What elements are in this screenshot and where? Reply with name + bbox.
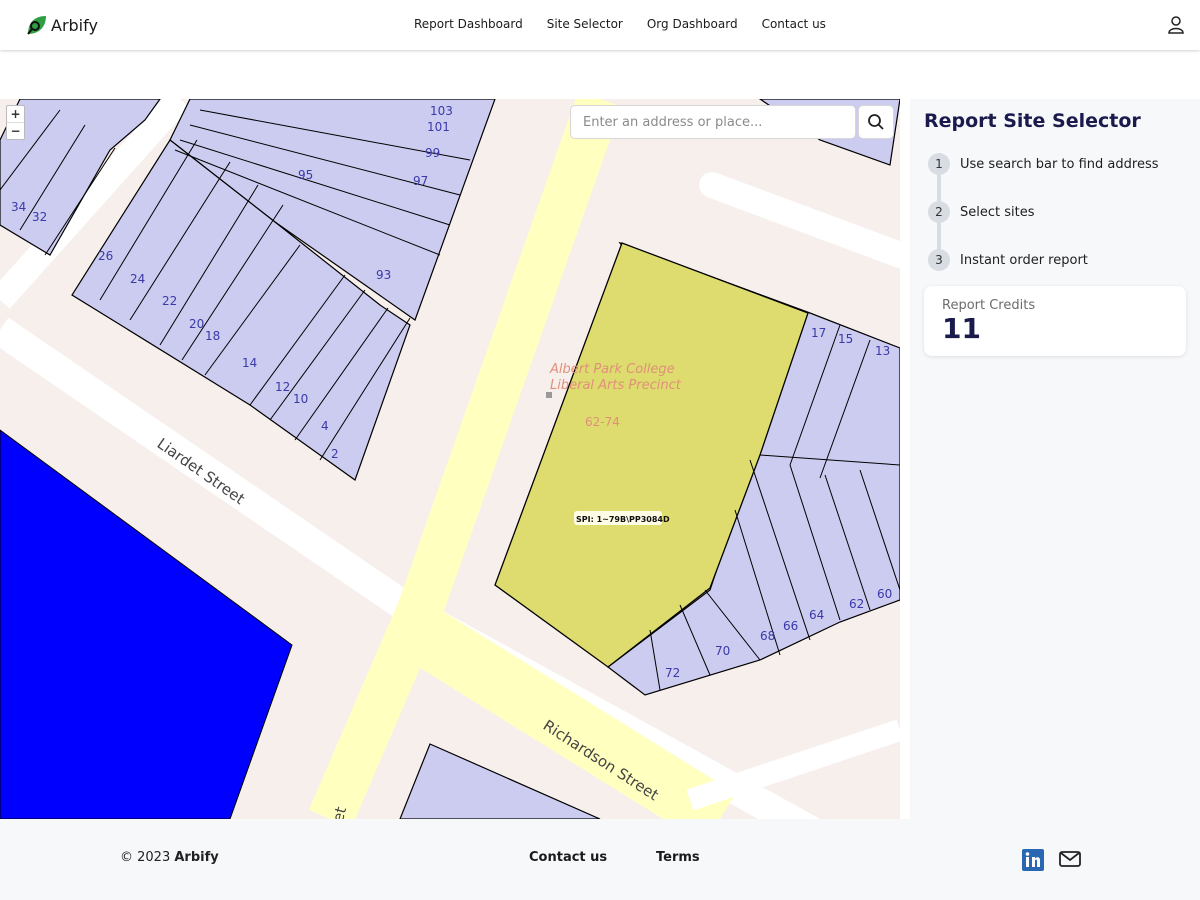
- lot-number: 14: [242, 356, 257, 370]
- nav-report-dashboard[interactable]: Report Dashboard: [414, 17, 523, 31]
- lot-number: 97: [413, 174, 428, 188]
- copyright-text: © 2023: [120, 850, 171, 865]
- lot-number: 72: [665, 666, 680, 680]
- lot-number: 95: [298, 168, 313, 182]
- search-icon: [868, 114, 884, 130]
- credits-value: 11: [942, 312, 981, 345]
- nav-site-selector[interactable]: Site Selector: [547, 17, 623, 31]
- site-name-label: Albert Park College: [549, 362, 675, 377]
- report-credits-card: Report Credits 11: [924, 286, 1186, 356]
- lot-number: 70: [715, 644, 730, 658]
- step-number: 1: [928, 153, 950, 175]
- lot-number: 15: [838, 332, 853, 346]
- copyright: © 2023 Arbify: [120, 850, 219, 865]
- brand-logo[interactable]: Arbify: [25, 14, 98, 36]
- lot-number: 2: [331, 447, 339, 461]
- lot-number: 68: [760, 629, 775, 643]
- lot-number: 32: [32, 210, 47, 224]
- address-search-input[interactable]: [570, 105, 856, 139]
- step-3: 3 Instant order report: [928, 249, 1088, 271]
- lot-number: 26: [98, 249, 113, 263]
- search-button[interactable]: [858, 105, 894, 139]
- lot-number: 64: [809, 608, 824, 622]
- lot-number: 18: [205, 329, 220, 343]
- footer: © 2023 Arbify Contact us Terms: [0, 819, 1200, 900]
- linkedin-icon[interactable]: [1022, 849, 1048, 871]
- lot-number: 99: [425, 146, 440, 160]
- footer-terms-link[interactable]: Terms: [656, 850, 700, 865]
- leaf-logo-icon: [27, 16, 46, 35]
- zoom-out-button[interactable]: −: [7, 123, 24, 139]
- lot-number: 34: [11, 200, 26, 214]
- credits-label: Report Credits: [942, 298, 1036, 313]
- step-number: 3: [928, 249, 950, 271]
- lot-number: 20: [189, 317, 204, 331]
- footer-contact-link[interactable]: Contact us: [529, 850, 607, 865]
- lot-number: 24: [130, 272, 145, 286]
- site-number-label: 62-74: [585, 415, 620, 429]
- map-view[interactable]: 103 101 99 97 95 93 34 32 26 24 22 20 18…: [0, 99, 900, 819]
- spi-label: SPI: 1~79B\PP3084D: [576, 515, 670, 524]
- map-canvas[interactable]: 103 101 99 97 95 93 34 32 26 24 22 20 18…: [0, 99, 900, 819]
- lot-number: 4: [321, 419, 329, 433]
- lot-number: 60: [877, 587, 892, 601]
- step-text: Select sites: [960, 204, 1035, 220]
- step-text: Instant order report: [960, 252, 1088, 268]
- lot-number: 13: [875, 344, 890, 358]
- step-1: 1 Use search bar to find address: [928, 153, 1159, 175]
- mail-icon[interactable]: [1059, 849, 1081, 869]
- step-2: 2 Select sites: [928, 201, 1035, 223]
- top-navbar: Arbify Report Dashboard Site Selector Or…: [0, 0, 1200, 50]
- lot-number: 12: [275, 380, 290, 394]
- lot-number: 17: [811, 326, 826, 340]
- nav-contact-us[interactable]: Contact us: [762, 17, 826, 31]
- lot-number: 103: [430, 104, 453, 118]
- brand-name: Arbify: [51, 15, 98, 35]
- site-name-label-2: Liberal Arts Precinct: [550, 378, 682, 393]
- zoom-control: + −: [6, 105, 25, 140]
- lot-number: 101: [427, 120, 450, 134]
- zoom-in-button[interactable]: +: [7, 106, 24, 123]
- lot-number: 62: [849, 597, 864, 611]
- lot-number: 66: [783, 619, 798, 633]
- step-text: Use search bar to find address: [960, 156, 1159, 172]
- lot-number: 22: [162, 294, 177, 308]
- user-icon[interactable]: [1166, 15, 1186, 35]
- nav-org-dashboard[interactable]: Org Dashboard: [647, 17, 738, 31]
- panel-title: Report Site Selector: [924, 110, 1141, 132]
- step-number: 2: [928, 201, 950, 223]
- lot-number: 93: [376, 268, 391, 282]
- lot-number: 10: [293, 392, 308, 406]
- site-selector-panel: Report Site Selector 1 Use search bar to…: [910, 99, 1200, 819]
- copyright-brand: Arbify: [174, 850, 219, 865]
- main-nav: Report Dashboard Site Selector Org Dashb…: [414, 17, 826, 31]
- site-marker: [546, 392, 552, 398]
